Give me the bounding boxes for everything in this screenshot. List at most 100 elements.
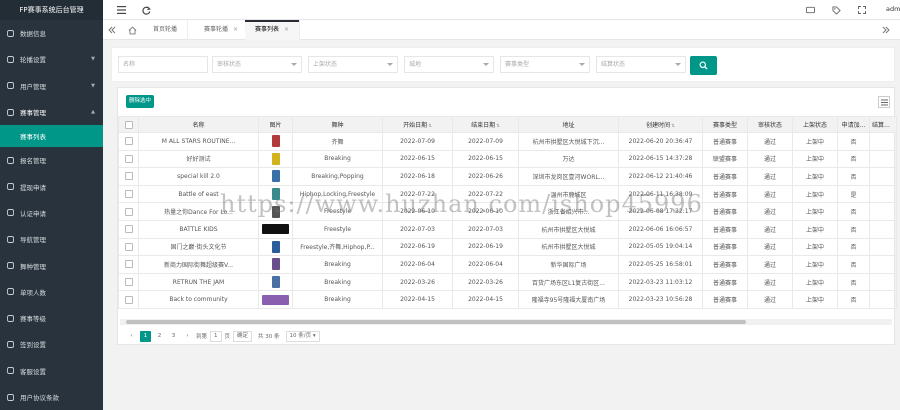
tabs-scroll-right-icon[interactable] [881, 25, 891, 35]
sidebar-item-8[interactable]: 导航管理 [0, 226, 103, 252]
sidebar-item-5[interactable]: 报名管理 [0, 147, 103, 173]
thumbnail-cell[interactable] [258, 255, 293, 274]
event-thumbnail[interactable] [271, 152, 280, 165]
row-checkbox-cell[interactable] [118, 184, 139, 204]
column-header[interactable]: 创建时间⇅ [618, 116, 703, 133]
table-row[interactable]: BATTLE KIDS Freestyle 2022-07-03 2022-07-03… [118, 219, 897, 239]
sidebar-item-0[interactable]: 数据信息 [0, 20, 103, 46]
row-checkbox[interactable] [124, 207, 133, 216]
select-all-checkbox-cell[interactable] [118, 116, 139, 133]
row-checkbox-cell[interactable] [118, 132, 139, 151]
row-checkbox[interactable] [124, 225, 133, 234]
sidebar-item-1[interactable]: 轮播设置 ▼ [0, 46, 103, 72]
horizontal-scrollbar[interactable] [120, 319, 892, 325]
sort-icon[interactable]: ⇅ [671, 124, 675, 129]
sidebar-item-4[interactable]: 赛事列表 [0, 125, 103, 148]
table-row[interactable]: 新商力国际街舞超级赛V... Breaking 2022-06-04 2022-06-… [118, 255, 897, 274]
next-page-icon[interactable]: › [182, 331, 193, 342]
table-row[interactable]: 固门之巅·街头文化节 Freestyle,齐舞,Hiphop,P... 2022-0… [118, 237, 897, 257]
row-checkbox[interactable] [124, 295, 133, 304]
sidebar-item-2[interactable]: 用户管理 ▼ [0, 73, 103, 99]
page-number[interactable]: 1 [140, 330, 151, 342]
row-checkbox-cell[interactable] [118, 255, 139, 274]
table-row[interactable]: Back to community Breaking 2022-04-15 2022-… [118, 290, 897, 309]
row-checkbox-cell[interactable] [118, 149, 139, 169]
home-tab-icon[interactable] [127, 25, 137, 35]
row-checkbox-cell[interactable] [118, 167, 139, 186]
prev-page-icon[interactable]: ‹ [126, 331, 137, 342]
thumbnail-cell[interactable] [258, 167, 293, 186]
sidebar-item-3[interactable]: 赛事管理 ▲ [0, 99, 103, 125]
sidebar-item-12[interactable]: 签到设置 [0, 331, 103, 357]
tag-icon[interactable] [831, 5, 841, 15]
tabs-scroll-left-icon[interactable] [107, 25, 117, 35]
sidebar-item-6[interactable]: 提现申请 [0, 173, 103, 199]
name-input[interactable]: 名称 [118, 56, 208, 73]
event-thumbnail[interactable] [262, 224, 289, 235]
tab-2[interactable]: 赛事列表 × [245, 20, 301, 40]
row-checkbox[interactable] [124, 154, 133, 163]
column-header[interactable]: 开始日期⇅ [382, 116, 453, 133]
close-icon[interactable]: × [284, 26, 289, 33]
table-row[interactable]: M ALL STARS ROUTINE... 齐舞 2022-07-09 2022-0… [118, 132, 897, 151]
goto-page-input[interactable]: 1 [210, 330, 222, 342]
table-row[interactable]: 好好测试 Breaking 2022-06-15 2022-06-15 万达 2022-0… [118, 149, 897, 169]
row-checkbox[interactable] [124, 137, 133, 146]
sidebar-item-7[interactable]: 认证申请 [0, 200, 103, 226]
page-size-select[interactable]: 10 条/页 ▾ [285, 330, 320, 342]
user-name[interactable]: adm [886, 5, 900, 13]
sidebar-item-14[interactable]: 用户协议条款 [0, 384, 103, 410]
sidebar-item-11[interactable]: 赛事等级 [0, 305, 103, 331]
refresh-icon[interactable] [141, 5, 151, 15]
thumbnail-cell[interactable] [258, 132, 293, 151]
thumbnail-cell[interactable] [258, 149, 293, 169]
event-thumbnail[interactable] [271, 240, 280, 253]
row-checkbox-cell[interactable] [118, 219, 139, 239]
row-checkbox-cell[interactable] [118, 202, 139, 221]
sidebar-item-9[interactable]: 舞种管理 [0, 252, 103, 278]
tab-1[interactable]: 赛事轮播 × [194, 20, 250, 40]
tab-0[interactable]: 首页轮播 [143, 20, 189, 40]
goto-confirm-button[interactable]: 确定 [233, 330, 253, 342]
row-checkbox[interactable] [124, 172, 133, 181]
theme-icon[interactable] [805, 5, 815, 15]
row-checkbox[interactable] [124, 190, 133, 199]
city-select[interactable]: 城地 [404, 56, 494, 73]
event-thumbnail[interactable] [271, 170, 280, 183]
row-checkbox[interactable] [124, 242, 133, 251]
row-checkbox-cell[interactable] [118, 237, 139, 257]
column-header[interactable]: 结束日期⇅ [452, 116, 519, 133]
fullscreen-icon[interactable] [857, 5, 867, 15]
page-number[interactable]: 3 [168, 331, 179, 342]
thumbnail-cell[interactable] [258, 272, 293, 292]
shelf-status-select[interactable]: 上架状态 [308, 56, 398, 73]
table-row[interactable]: RETRUN THE JAM Breaking 2022-03-26 2022-03-… [118, 272, 897, 292]
event-type-select[interactable]: 赛事类型 [500, 56, 590, 73]
row-checkbox[interactable] [124, 278, 133, 287]
thumbnail-cell[interactable] [258, 219, 293, 239]
row-checkbox[interactable] [124, 260, 133, 269]
sort-icon[interactable]: ⇅ [496, 124, 500, 129]
thumbnail-cell[interactable] [258, 290, 293, 309]
sidebar-item-10[interactable]: 单项人数 [0, 279, 103, 305]
table-row[interactable]: special kill 2.0 Breaking,Popping 2022-06-… [118, 167, 897, 186]
search-button[interactable] [690, 56, 717, 75]
menu-toggle-icon[interactable] [116, 5, 126, 15]
sort-icon[interactable]: ⇅ [428, 124, 432, 129]
page-number[interactable]: 2 [154, 331, 165, 342]
event-thumbnail[interactable] [271, 276, 280, 289]
columns-filter-icon[interactable] [878, 96, 890, 108]
event-thumbnail[interactable] [271, 135, 280, 148]
audit-status-select[interactable]: 审核状态 [212, 56, 302, 73]
settle-status-select[interactable]: 结算状态 [596, 56, 686, 73]
sidebar-item-13[interactable]: 客服设置 [0, 358, 103, 384]
select-all-checkbox[interactable] [124, 120, 133, 129]
delete-selected-button[interactable]: 删除选中 [126, 95, 155, 108]
thumbnail-cell[interactable] [258, 237, 293, 257]
event-thumbnail[interactable] [262, 294, 289, 305]
row-checkbox-cell[interactable] [118, 272, 139, 292]
row-checkbox-cell[interactable] [118, 290, 139, 309]
close-icon[interactable]: × [233, 26, 238, 33]
event-thumbnail[interactable] [271, 258, 280, 271]
scrollbar-thumb[interactable] [126, 320, 746, 324]
